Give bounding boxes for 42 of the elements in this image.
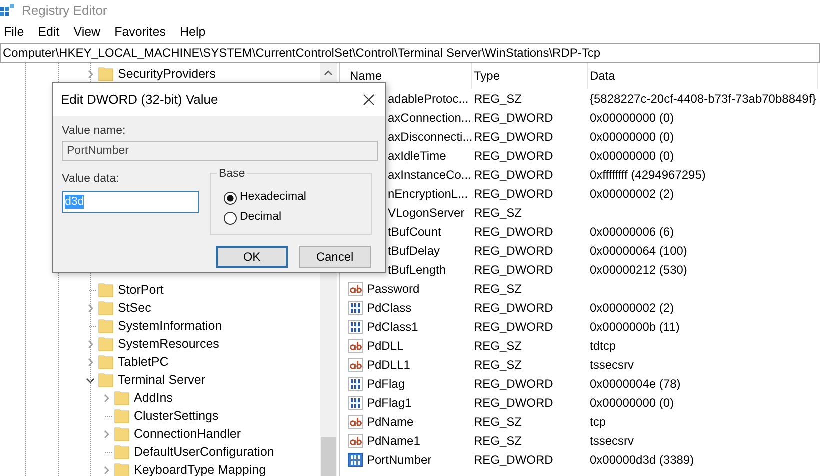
value-data: 0x00000212 (530) bbox=[590, 262, 688, 276]
value-data: 0x00000000 (0) bbox=[590, 396, 674, 410]
value-type: REG_DWORD bbox=[474, 130, 554, 144]
dialog-title: Edit DWORD (32-bit) Value bbox=[61, 90, 218, 109]
value-data: 0x0000004e (78) bbox=[590, 376, 681, 390]
value-data: 0x00000d3d (3389) bbox=[590, 452, 694, 466]
value-type: REG_SZ bbox=[474, 434, 522, 448]
value-type: REG_DWORD bbox=[474, 244, 554, 258]
value-data: 0x00000000 (0) bbox=[590, 148, 674, 162]
value-type: REG_DWORD bbox=[474, 262, 554, 276]
value-type: REG_DWORD bbox=[474, 396, 554, 410]
field-label: Value name: bbox=[62, 124, 127, 137]
value-type: REG_DWORD bbox=[474, 320, 554, 334]
value-data: tcp bbox=[590, 414, 606, 428]
value-data: 0x00000002 (2) bbox=[590, 186, 674, 200]
value-type: REG_DWORD bbox=[474, 300, 554, 314]
value-type: REG_DWORD bbox=[474, 168, 554, 182]
field-label: Value data: bbox=[62, 172, 120, 185]
window-title: Registry Editor bbox=[22, 2, 108, 20]
value-type: REG_DWORD bbox=[474, 376, 554, 390]
value-type: REG_DWORD bbox=[474, 148, 554, 162]
value-type: REG_DWORD bbox=[474, 110, 554, 124]
value-type: REG_SZ bbox=[474, 414, 522, 428]
value-type: REG_SZ bbox=[474, 358, 522, 372]
value-data: 0x0000000b (11) bbox=[590, 320, 680, 334]
value-type: REG_DWORD bbox=[474, 224, 554, 238]
value-data: 0xffffffff (4294967295) bbox=[590, 168, 706, 182]
value-type: REG_SZ bbox=[474, 206, 522, 220]
value-data: {5828227c-20cf-4408-b73f-73ab70b8849f} bbox=[590, 92, 816, 106]
value-data: 0x00000000 (0) bbox=[590, 110, 674, 124]
value-data: 0x00000006 (6) bbox=[590, 224, 674, 238]
value-data: tssecsrv bbox=[590, 358, 634, 372]
value-type: REG_SZ bbox=[474, 338, 522, 352]
value-data: 0x00000002 (2) bbox=[590, 300, 674, 314]
value-type: REG_SZ bbox=[474, 282, 522, 296]
value-data: tdtcp bbox=[590, 338, 616, 352]
value-type: REG_DWORD bbox=[474, 186, 554, 200]
value-type: REG_SZ bbox=[474, 92, 522, 106]
value-type: REG_DWORD bbox=[474, 452, 554, 466]
value-data: 0x00000064 (100) bbox=[590, 244, 688, 258]
value-data: tssecsrv bbox=[590, 434, 634, 448]
value-data: 0x00000000 (0) bbox=[590, 130, 674, 144]
